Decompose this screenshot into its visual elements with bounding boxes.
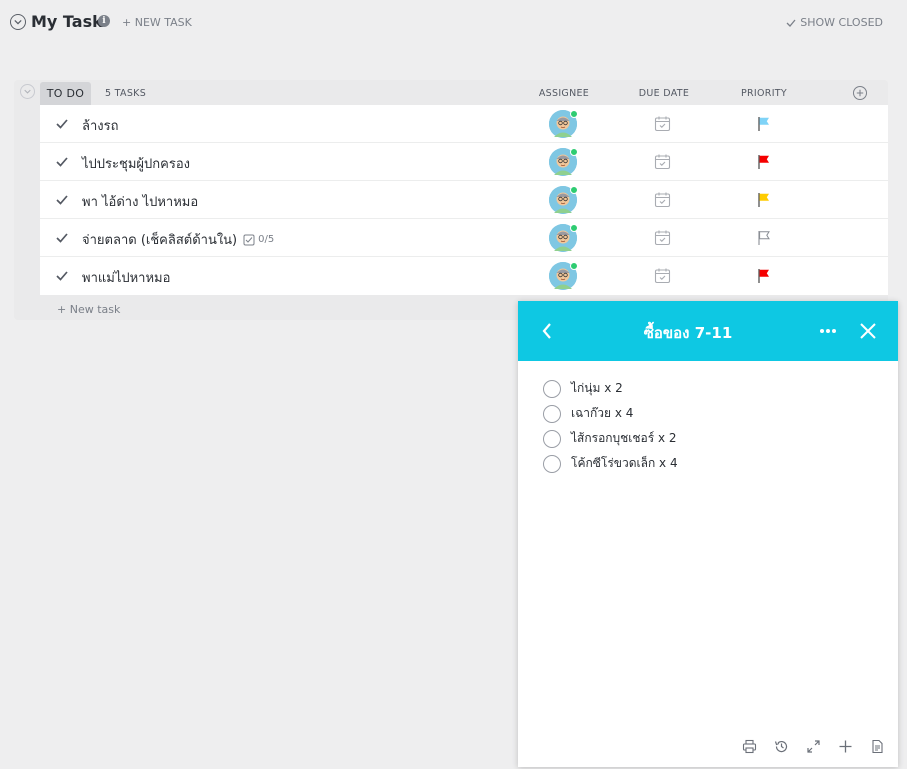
add-column-button[interactable]: [853, 86, 867, 100]
priority-flag-icon[interactable]: [756, 154, 772, 170]
avatar[interactable]: [549, 148, 578, 176]
document-icon: [871, 739, 883, 753]
calendar-icon[interactable]: [654, 229, 671, 246]
task-name[interactable]: ไปประชุมผู้ปกครอง: [82, 153, 190, 174]
complete-check-icon[interactable]: [55, 117, 69, 131]
task-name[interactable]: ล้างรถ: [82, 115, 118, 136]
column-header-due-date[interactable]: DUE DATE: [634, 88, 694, 99]
task-name-text: จ่ายตลาด (เช็คลิสต์ด้านใน): [82, 233, 238, 248]
task-row[interactable]: จ่ายตลาด (เช็คลิสต์ด้านใน) 0/5: [40, 219, 888, 257]
checklist-icon: [243, 234, 255, 245]
plus-icon: [856, 89, 864, 97]
group-collapse-button[interactable]: [20, 84, 35, 99]
task-name[interactable]: พาแม่ไปหาหมอ: [82, 267, 170, 288]
task-count: 5 TASKS: [105, 88, 147, 99]
task-name[interactable]: พา ไอ้ด่าง ไปหาหมอ: [82, 191, 198, 212]
checklist: ไก่นุ่ม x 2 เฉาก๊วย x 4 ไส้กรอกบุชเชอร์ …: [543, 376, 678, 476]
print-button[interactable]: [740, 737, 758, 755]
priority-flag-icon[interactable]: [756, 268, 772, 284]
expand-icon: [806, 739, 820, 753]
avatar[interactable]: [549, 110, 578, 138]
page-header: My Task i + NEW TASK SHOW CLOSED: [0, 0, 907, 46]
calendar-icon[interactable]: [654, 153, 671, 170]
checklist-item-label[interactable]: โค้กซีโร่ขวดเล็ก x 4: [571, 454, 678, 473]
subtask-count: 0/5: [258, 234, 275, 245]
new-task-button[interactable]: + NEW TASK: [122, 16, 192, 29]
checklist-item: ไก่นุ่ม x 2: [543, 376, 678, 401]
task-row[interactable]: พา ไอ้ด่าง ไปหาหมอ: [40, 181, 888, 219]
panel-title: ซื้อของ 7-11: [643, 324, 733, 342]
add-task-inline-button[interactable]: + New task: [57, 303, 120, 316]
panel-header: ซื้อของ 7-11: [518, 301, 898, 361]
checklist-checkbox[interactable]: [543, 429, 561, 448]
priority-flag-icon[interactable]: [756, 192, 772, 208]
checklist-item: เฉาก๊วย x 4: [543, 401, 678, 426]
status-tag-todo[interactable]: TO DO: [40, 82, 91, 105]
task-name-text: ไปประชุมผู้ปกครอง: [82, 157, 190, 172]
show-closed-toggle[interactable]: SHOW CLOSED: [786, 16, 883, 29]
checklist-checkbox[interactable]: [543, 379, 561, 398]
collapse-all-button[interactable]: [10, 14, 26, 30]
history-button[interactable]: [772, 737, 790, 755]
complete-check-icon[interactable]: [55, 231, 69, 245]
document-button[interactable]: [868, 737, 886, 755]
add-item-button[interactable]: [836, 737, 854, 755]
calendar-icon[interactable]: [654, 191, 671, 208]
task-name-text: พาแม่ไปหาหมอ: [82, 271, 171, 286]
checklist-item-label[interactable]: เฉาก๊วย x 4: [571, 404, 633, 423]
chevron-down-icon: [24, 89, 31, 94]
subtask-counter[interactable]: 0/5: [243, 234, 274, 246]
online-status-dot: [570, 110, 578, 118]
calendar-icon[interactable]: [654, 115, 671, 132]
task-name-text: ล้างรถ: [82, 119, 119, 134]
priority-flag-icon[interactable]: [756, 116, 772, 132]
complete-check-icon[interactable]: [55, 193, 69, 207]
task-list: ล้างรถ ไปประชุมผู้ปกครอง พา ไอ้ด่าง ไปหา…: [40, 105, 888, 295]
page-title: My Task: [31, 12, 103, 31]
complete-check-icon[interactable]: [55, 269, 69, 283]
task-row[interactable]: ไปประชุมผู้ปกครอง: [40, 143, 888, 181]
complete-check-icon[interactable]: [55, 155, 69, 169]
online-status-dot: [570, 148, 578, 156]
checklist-checkbox[interactable]: [543, 454, 561, 473]
checklist-panel: ซื้อของ 7-11 ไก่นุ่ม x 2 เฉาก๊วย x 4 ไส้…: [518, 301, 898, 767]
avatar[interactable]: [549, 262, 578, 290]
task-name[interactable]: จ่ายตลาด (เช็คลิสต์ด้านใน) 0/5: [82, 229, 274, 250]
checklist-item: โค้กซีโร่ขวดเล็ก x 4: [543, 451, 678, 476]
priority-flag-empty-icon[interactable]: [756, 230, 772, 246]
show-closed-label: SHOW CLOSED: [800, 16, 883, 29]
online-status-dot: [570, 224, 578, 232]
chevron-down-icon: [14, 19, 22, 25]
check-icon: [786, 19, 796, 27]
checklist-item-label[interactable]: ไส้กรอกบุชเชอร์ x 2: [571, 429, 677, 448]
close-icon[interactable]: [859, 322, 877, 340]
task-name-text: พา ไอ้ด่าง ไปหาหมอ: [82, 195, 199, 210]
checklist-item-label[interactable]: ไก่นุ่ม x 2: [571, 379, 623, 398]
print-icon: [742, 739, 756, 753]
panel-toolbar: [740, 737, 890, 755]
task-row[interactable]: ล้างรถ: [40, 105, 888, 143]
info-icon[interactable]: i: [98, 15, 110, 27]
expand-button[interactable]: [804, 737, 822, 755]
online-status-dot: [570, 186, 578, 194]
avatar[interactable]: [549, 224, 578, 252]
plus-icon: [839, 740, 851, 752]
more-options-icon[interactable]: [818, 323, 838, 339]
calendar-icon[interactable]: [654, 267, 671, 284]
avatar[interactable]: [549, 186, 578, 214]
column-header-priority[interactable]: PRIORITY: [734, 88, 794, 99]
checklist-checkbox[interactable]: [543, 404, 561, 423]
checklist-item: ไส้กรอกบุชเชอร์ x 2: [543, 426, 678, 451]
column-header-assignee[interactable]: ASSIGNEE: [534, 88, 594, 99]
task-row[interactable]: พาแม่ไปหาหมอ: [40, 257, 888, 295]
history-icon: [774, 740, 787, 752]
online-status-dot: [570, 262, 578, 270]
